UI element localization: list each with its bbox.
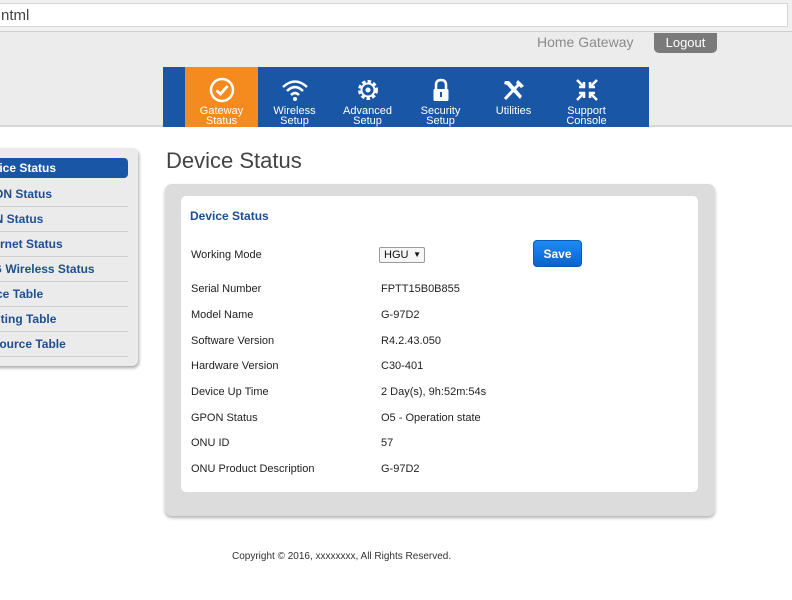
- save-button[interactable]: Save: [533, 240, 582, 267]
- sidebar-item-lan-status[interactable]: AN Status: [0, 207, 128, 232]
- url-field[interactable]: ntml: [0, 3, 788, 27]
- nav-utilities[interactable]: Utilities: [477, 67, 550, 127]
- nav-label: Gateway Status: [199, 105, 244, 127]
- sidebar-item-routing-table[interactable]: outing Table: [0, 307, 128, 332]
- working-mode-label: Working Mode: [191, 249, 262, 261]
- field-label: ONU ID: [191, 437, 230, 449]
- sidebar-item-device-status[interactable]: evice Status: [0, 158, 128, 178]
- dropdown-arrow-icon: ▼: [413, 250, 421, 259]
- field-value: R4.2.43.050: [381, 335, 441, 347]
- field-label: Model Name: [191, 309, 254, 321]
- field-value: G-97D2: [381, 309, 420, 321]
- nav-label: Support Console: [566, 105, 607, 127]
- sidebar-item-label: evice Status: [0, 161, 57, 175]
- field-label: Software Version: [191, 335, 275, 347]
- main-nav: Gateway Status Wireless Setup Advanced S…: [163, 67, 649, 127]
- wifi-icon: [281, 80, 308, 101]
- field-label: ONU Product Description: [191, 463, 315, 475]
- working-mode-value: HGU: [384, 249, 409, 261]
- field-label: Serial Number: [191, 283, 262, 295]
- sidebar: evice Status PON Status AN Status hernet…: [0, 148, 138, 366]
- nav-wireless-setup[interactable]: Wireless Setup: [258, 67, 331, 127]
- nav-label: Security Setup: [420, 105, 461, 127]
- nav-advanced-setup[interactable]: Advanced Setup: [331, 67, 404, 127]
- browser-url-bar: ntml: [0, 0, 792, 32]
- nav-security-setup[interactable]: Security Setup: [404, 67, 477, 127]
- nav-support-console[interactable]: Support Console: [550, 67, 623, 127]
- device-status-panel: Device Status Working Mode HGU ▼ Save Se…: [165, 184, 715, 516]
- field-value: FPTT15B0B855: [381, 283, 460, 295]
- logout-button[interactable]: Logout: [654, 33, 717, 53]
- sidebar-item-label: hernet Status: [0, 237, 63, 251]
- compress-arrows-icon: [575, 79, 598, 101]
- panel-title: Device Status: [190, 209, 269, 223]
- field-value: O5 - Operation state: [381, 412, 481, 424]
- nav-label: Wireless Setup: [273, 105, 316, 127]
- tools-icon: [503, 80, 524, 101]
- field-label: Device Up Time: [191, 386, 269, 398]
- device-status-card: Device Status Working Mode HGU ▼ Save Se…: [181, 196, 698, 492]
- nav-gateway-status[interactable]: Gateway Status: [185, 67, 258, 127]
- field-value: C30-401: [381, 360, 424, 372]
- page-title: Device Status: [166, 148, 302, 173]
- field-value: 57: [381, 437, 394, 449]
- sidebar-item-label: AN Status: [0, 212, 44, 226]
- nav-label: Advanced Setup: [343, 105, 392, 127]
- field-label: GPON Status: [191, 412, 258, 424]
- sidebar-item-wireless-status[interactable]: 4G Wireless Status: [0, 257, 128, 282]
- sidebar-item-label: esource Table: [0, 337, 66, 351]
- gateway-title: Home Gateway: [537, 34, 634, 50]
- working-mode-select[interactable]: HGU ▼: [379, 247, 425, 263]
- sidebar-item-gpon-status[interactable]: PON Status: [0, 182, 128, 207]
- field-value: G-97D2: [381, 463, 420, 475]
- sidebar-item-label: outing Table: [0, 312, 57, 326]
- sidebar-item-label: 4G Wireless Status: [0, 262, 95, 276]
- lock-icon: [433, 78, 448, 101]
- nav-label: Utilities: [495, 105, 532, 117]
- copyright: Copyright © 2016, xxxxxxxx, All Rights R…: [232, 551, 452, 562]
- sidebar-item-label: vice Table: [0, 287, 44, 301]
- field-value: 2 Day(s), 9h:52m:54s: [381, 386, 487, 398]
- check-circle-icon: [209, 77, 234, 103]
- sidebar-item-ethernet-status[interactable]: hernet Status: [0, 232, 128, 257]
- field-label: Hardware Version: [191, 360, 279, 372]
- sidebar-item-label: PON Status: [0, 187, 53, 201]
- gear-icon: [357, 80, 378, 100]
- sidebar-item-resource-table[interactable]: esource Table: [0, 332, 128, 357]
- sidebar-item-device-table[interactable]: vice Table: [0, 282, 128, 307]
